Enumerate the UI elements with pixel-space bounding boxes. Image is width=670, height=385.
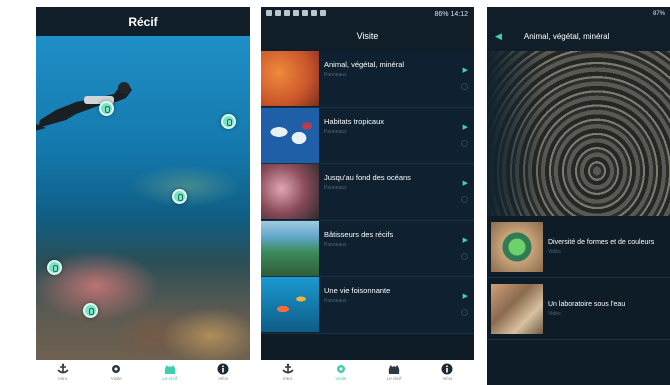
chevron-right-icon: ▶ bbox=[462, 293, 468, 300]
tab-label: Intro bbox=[283, 376, 293, 381]
tab-intro[interactable]: Intro bbox=[36, 360, 90, 385]
tab-label: Le récif bbox=[162, 376, 178, 381]
info-icon bbox=[440, 362, 454, 375]
item-subtitle: Panneaux bbox=[324, 128, 347, 135]
bottom-tab-bar: Intro Visite Le récif Infos bbox=[261, 360, 474, 385]
tab-label: Infos bbox=[442, 376, 453, 381]
coral-icon bbox=[387, 362, 401, 375]
thumbnail-fish bbox=[261, 277, 319, 332]
visit-list: Animal, végétal, minéral Panneaux ▶ Habit… bbox=[261, 51, 474, 334]
chevron-right-icon: ▶ bbox=[462, 67, 468, 74]
tab-label: Intro bbox=[58, 376, 68, 381]
status-bar: 87% bbox=[487, 7, 670, 21]
bottom-tab-bar: Intro Visite Le récif Infos bbox=[36, 360, 250, 385]
info-icon bbox=[216, 362, 230, 375]
item-title: Jusqu'au fond des océans bbox=[324, 173, 411, 182]
video-subtitle: Vidéo bbox=[548, 248, 561, 255]
list-item[interactable]: Un laboratoire sous l'eau Vidéo bbox=[487, 278, 670, 340]
chevron-right-icon: ▶ bbox=[462, 180, 468, 187]
gear-icon bbox=[109, 362, 123, 375]
back-arrow-icon[interactable]: ◀ bbox=[495, 31, 502, 42]
play-icon bbox=[461, 309, 468, 316]
list-item[interactable]: Animal, végétal, minéral Panneaux ▶ bbox=[261, 51, 474, 108]
page-title: Visite bbox=[261, 21, 474, 51]
page-title: Récif bbox=[36, 7, 250, 36]
tab-infos[interactable]: Infos bbox=[197, 360, 251, 385]
tab-label: Visite bbox=[110, 376, 122, 381]
play-icon bbox=[461, 83, 468, 90]
diver-illustration bbox=[36, 82, 132, 131]
hotspot-top-right[interactable] bbox=[221, 114, 236, 129]
tab-label: Infos bbox=[218, 376, 229, 381]
battery-level: 86% bbox=[434, 10, 449, 18]
list-item[interactable]: Diversité de formes et de couleurs Vidéo bbox=[487, 216, 670, 278]
item-title: Bâtisseurs des récifs bbox=[324, 229, 394, 239]
tab-infos[interactable]: Infos bbox=[421, 360, 474, 385]
status-time: 14:12 bbox=[450, 10, 468, 18]
screen-recif: Récif Intro Visite Le récif Infos bbox=[36, 7, 250, 385]
item-subtitle: Panneaux bbox=[324, 241, 347, 248]
list-item[interactable]: Bâtisseurs des récifs Panneaux ▶ bbox=[261, 220, 474, 277]
header: ◀ Animal, végétal, minéral bbox=[487, 21, 670, 51]
item-subtitle: Panneaux bbox=[324, 72, 347, 78]
play-icon bbox=[461, 196, 468, 203]
tab-le-recif[interactable]: Le récif bbox=[143, 360, 197, 385]
thumbnail-anemone bbox=[491, 221, 543, 272]
reef-scene bbox=[36, 36, 250, 360]
thumbnail-reef-builders bbox=[261, 220, 319, 276]
anchor-icon bbox=[281, 362, 295, 375]
item-title: Habitats tropicaux bbox=[324, 116, 385, 126]
list-item[interactable]: Jusqu'au fond des océans Panneaux ▶ bbox=[261, 164, 474, 221]
tab-visite[interactable]: Visite bbox=[90, 360, 144, 385]
video-title: Un laboratoire sous l'eau bbox=[548, 300, 626, 308]
status-bar: 86% 14:12 bbox=[261, 7, 474, 21]
page-title: Animal, végétal, minéral bbox=[523, 31, 610, 41]
chevron-right-icon: ▶ bbox=[462, 236, 468, 244]
thumbnail-lab bbox=[491, 283, 543, 334]
hotspot-left[interactable] bbox=[47, 260, 62, 275]
list-item[interactable]: Habitats tropicaux Panneaux ▶ bbox=[261, 107, 474, 164]
screen-visite: 86% 14:12 Visite Animal, végétal, minéra… bbox=[261, 7, 474, 385]
thumbnail-coral bbox=[261, 51, 319, 106]
tab-visite[interactable]: Visite bbox=[314, 360, 367, 385]
anchor-icon bbox=[56, 362, 70, 375]
item-title: Une vie foisonnante bbox=[324, 286, 391, 295]
thumbnail-deep-sea bbox=[261, 164, 319, 219]
notification-icons bbox=[266, 10, 326, 16]
hotspot-bottom[interactable] bbox=[83, 303, 98, 318]
screen-animal-vegetal-mineral: 87% ◀ Animal, végétal, minéral Diversité… bbox=[487, 7, 670, 385]
brain-coral-image bbox=[487, 51, 670, 216]
video-subtitle: Vidéo bbox=[548, 310, 561, 317]
tab-le-recif[interactable]: Le récif bbox=[368, 360, 421, 385]
tab-label: Le récif bbox=[386, 376, 402, 381]
battery-level: 87% bbox=[652, 11, 665, 17]
item-subtitle: Panneaux bbox=[324, 298, 347, 304]
list-item[interactable]: Une vie foisonnante Panneaux ▶ bbox=[261, 277, 474, 334]
video-title: Diversité de formes et de couleurs bbox=[548, 238, 655, 246]
coral-icon bbox=[163, 362, 177, 375]
hotspot-middle[interactable] bbox=[172, 189, 187, 204]
tab-intro[interactable]: Intro bbox=[261, 360, 314, 385]
gear-icon bbox=[334, 362, 348, 375]
thumbnail-world-map bbox=[261, 107, 319, 163]
video-list: Diversité de formes et de couleurs Vidéo … bbox=[487, 216, 670, 340]
tab-label: Visite bbox=[335, 376, 347, 381]
chevron-right-icon: ▶ bbox=[462, 123, 468, 131]
hotspot-diver[interactable] bbox=[99, 101, 114, 116]
item-subtitle: Panneaux bbox=[324, 185, 347, 191]
play-icon bbox=[461, 252, 468, 260]
play-icon bbox=[461, 139, 468, 147]
item-title: Animal, végétal, minéral bbox=[324, 60, 405, 69]
